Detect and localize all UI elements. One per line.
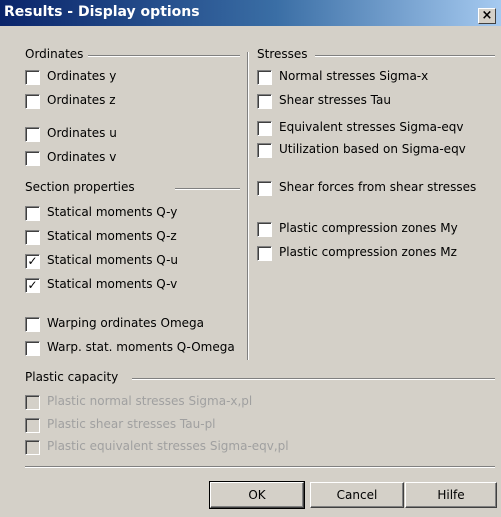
checkbox-box[interactable] [257,70,272,85]
checkbox-label: Plastic shear stresses Tau-pl [47,417,216,431]
checkbox-box[interactable] [257,181,272,196]
checkbox-box[interactable] [25,341,40,356]
checkbox-label: Ordinates z [47,93,116,107]
checkbox-box[interactable] [257,143,272,158]
checkbox-box[interactable] [25,127,40,142]
checkbox-label: Shear forces from shear stresses [279,180,477,194]
title-bar: Results - Display options × [0,0,501,26]
plastic-capacity-heading: Plastic capacity [25,370,119,384]
ok-button[interactable]: OK [209,481,305,509]
ordinates-separator [88,55,240,57]
checkbox-box[interactable] [25,230,40,245]
plastic-capacity-separator [132,378,495,380]
check-mark-icon: ✓ [27,254,38,268]
checkbox-label: Plastic compression zones Mz [279,245,457,259]
section-properties-heading: Section properties [25,180,135,194]
checkbox-box[interactable] [25,206,40,221]
checkbox-box[interactable] [257,94,272,109]
stresses-heading: Stresses [257,47,308,61]
checkbox-label: Statical moments Q-y [47,205,178,219]
checkbox-label: Plastic normal stresses Sigma-x,pl [47,394,253,408]
check-mark-icon: ✓ [27,278,38,292]
checkbox-label: Ordinates u [47,126,117,140]
column-divider [247,52,249,360]
window-title: Results - Display options [4,4,200,20]
button-area-separator [25,466,495,468]
checkbox-label: Statical moments Q-u [47,253,179,267]
checkbox-label: Plastic compression zones My [279,221,458,235]
checkbox-box[interactable] [257,121,272,136]
checkbox-label: Equivalent stresses Sigma-eqv [279,120,464,134]
help-button[interactable]: Hilfe [405,482,497,508]
checkbox-label: Ordinates v [47,150,117,164]
checkbox-label: Statical moments Q-z [47,229,177,243]
section-properties-separator [175,188,240,190]
checkbox-label: Statical moments Q-v [47,277,178,291]
checkbox-box[interactable] [257,222,272,237]
ordinates-heading: Ordinates [25,47,84,61]
checkbox-box[interactable] [257,246,272,261]
checkbox-label: Utilization based on Sigma-eqv [279,142,466,156]
cancel-button[interactable]: Cancel [310,482,404,508]
checkbox-label: Shear stresses Tau [279,93,391,107]
checkbox-label: Normal stresses Sigma-x [279,69,429,83]
checkbox-label: Ordinates y [47,69,117,83]
checkbox-box[interactable] [25,70,40,85]
checkbox-box[interactable]: ✓ [25,254,40,269]
close-icon: × [481,8,493,23]
checkbox-box[interactable]: ✓ [25,278,40,293]
checkbox-box [25,418,40,433]
checkbox-label: Warp. stat. moments Q-Omega [47,340,235,354]
checkbox-box[interactable] [25,94,40,109]
checkbox-box[interactable] [25,151,40,166]
checkbox-box [25,395,40,410]
checkbox-box [25,440,40,455]
stresses-separator [315,55,495,57]
checkbox-box[interactable] [25,317,40,332]
close-button[interactable]: × [478,8,496,24]
checkbox-label: Plastic equivalent stresses Sigma-eqv,pl [47,439,289,453]
checkbox-label: Warping ordinates Omega [47,316,204,330]
